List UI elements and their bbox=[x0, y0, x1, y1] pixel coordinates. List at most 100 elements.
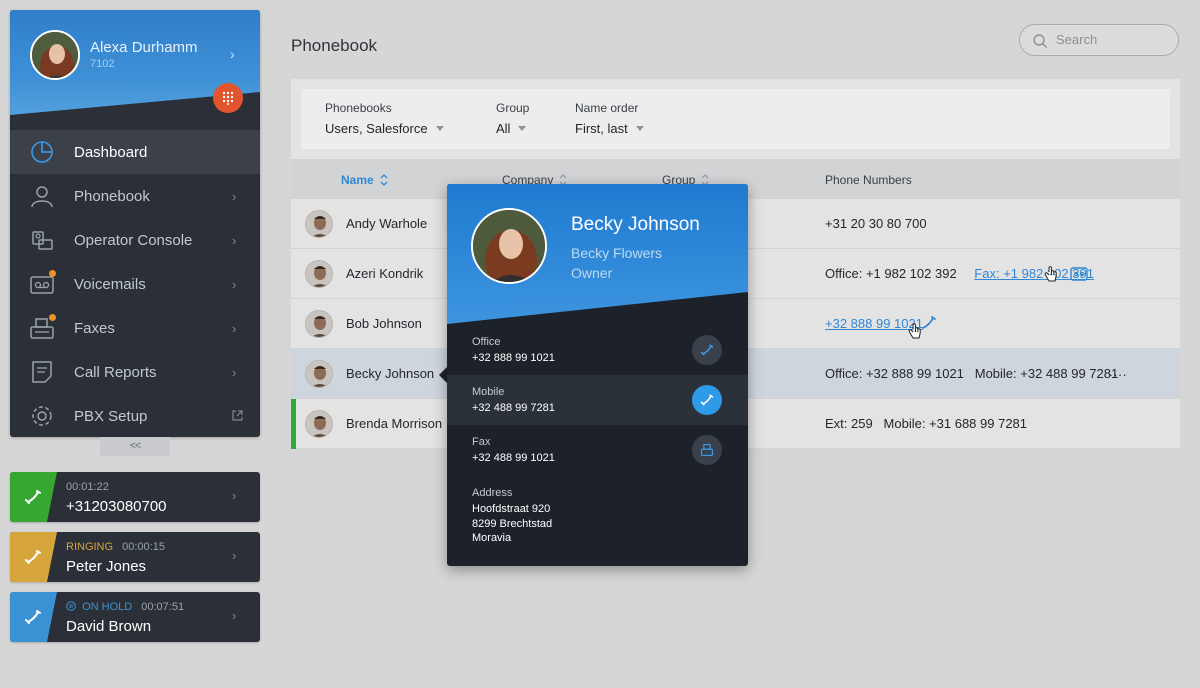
chevron-down-icon bbox=[435, 126, 444, 131]
contact-avatar bbox=[305, 360, 333, 388]
chevron-right-icon: › bbox=[232, 232, 237, 248]
call-mobile-button[interactable] bbox=[692, 385, 722, 415]
phone-icon bbox=[700, 394, 714, 406]
contact-avatar bbox=[305, 260, 333, 288]
sidebar-item-call-reports[interactable]: Call Reports › bbox=[10, 350, 260, 394]
office-number: Office: +1 982 102 392 bbox=[825, 266, 957, 281]
external-link-icon bbox=[232, 410, 243, 421]
chevron-right-icon[interactable]: › bbox=[230, 46, 235, 62]
chevron-right-icon: › bbox=[232, 488, 237, 503]
column-header-name[interactable]: Name bbox=[341, 173, 388, 187]
fax-icon bbox=[700, 443, 714, 457]
contact-name: Bob Johnson bbox=[346, 316, 422, 331]
dialpad-button[interactable] bbox=[213, 83, 243, 113]
chevron-right-icon: › bbox=[232, 276, 237, 292]
contact-office-number[interactable]: Office +32 888 99 1021 bbox=[447, 325, 748, 375]
call-status-label: ON HOLD bbox=[82, 601, 133, 613]
pause-icon bbox=[66, 601, 76, 611]
contact-name: Becky Johnson bbox=[571, 214, 700, 235]
filter-label: Phonebooks bbox=[325, 101, 392, 115]
contact-address: Address Hoofdstraat 920 8299 Brechtstad … bbox=[472, 487, 553, 544]
sidebar-item-label: Dashboard bbox=[74, 143, 148, 161]
phone-numbers: Ext: 259 Mobile: +31 688 99 7281 bbox=[825, 416, 1028, 431]
sidebar-item-label: Operator Console bbox=[74, 231, 193, 249]
cursor-hand-icon bbox=[908, 323, 921, 339]
contact-role: Owner bbox=[571, 265, 613, 281]
report-icon bbox=[32, 361, 52, 383]
call-contact-name: Peter Jones bbox=[66, 558, 147, 575]
user-avatar bbox=[30, 30, 80, 80]
phonebooks-filter[interactable]: Phonebooks Users, Salesforce bbox=[325, 101, 444, 136]
contact-avatar bbox=[305, 410, 333, 438]
on-hold-call-card[interactable]: ON HOLD 00:07:51 David Brown › bbox=[10, 592, 260, 642]
sidebar-item-voicemails[interactable]: Voicemails › bbox=[10, 262, 260, 306]
phone-numbers: +31 20 30 80 700 bbox=[825, 216, 927, 231]
name-order-filter[interactable]: Name order First, last bbox=[575, 101, 644, 136]
sidebar-item-label: Voicemails bbox=[74, 275, 146, 293]
sidebar-item-faxes[interactable]: Faxes › bbox=[10, 306, 260, 350]
call-timer: 00:01:22 bbox=[66, 481, 109, 493]
page-title: Phonebook bbox=[291, 36, 378, 55]
contact-mobile-number[interactable]: Mobile +32 488 99 7281 bbox=[447, 375, 748, 425]
active-status-marker bbox=[291, 399, 296, 449]
sidebar-collapse-button[interactable]: << bbox=[100, 437, 170, 456]
chevron-down-icon bbox=[518, 126, 527, 131]
sort-icon bbox=[380, 174, 388, 186]
cursor-hand-icon bbox=[1044, 266, 1057, 282]
operator-console-icon bbox=[32, 231, 53, 250]
user-name: Alexa Durhamm bbox=[90, 39, 198, 56]
send-fax-button[interactable] bbox=[692, 435, 722, 465]
search-icon bbox=[1033, 34, 1047, 48]
dashboard-icon bbox=[31, 141, 53, 163]
phone-icon bbox=[700, 344, 714, 356]
chevron-right-icon: › bbox=[232, 188, 237, 204]
fax-icon[interactable] bbox=[1070, 265, 1088, 283]
contact-name: Brenda Morrison bbox=[346, 416, 443, 431]
call-timer: 00:00:15 bbox=[122, 541, 165, 553]
phone-icon bbox=[25, 490, 41, 504]
call-timer: 00:07:51 bbox=[141, 601, 185, 613]
search-input[interactable] bbox=[1056, 32, 1166, 47]
contact-fax-number[interactable]: Fax +32 488 99 1021 bbox=[447, 425, 748, 475]
contacts-icon bbox=[31, 186, 53, 208]
contact-company: Becky Flowers bbox=[571, 245, 663, 261]
chevron-right-icon: › bbox=[232, 320, 237, 336]
user-extension: 7102 bbox=[90, 58, 115, 70]
filter-label: Name order bbox=[575, 101, 639, 115]
more-numbers-button[interactable]: .... bbox=[1109, 364, 1127, 379]
contact-avatar bbox=[471, 208, 547, 284]
filter-label: Group bbox=[496, 101, 530, 115]
filter-value: First, last bbox=[575, 121, 628, 136]
contact-avatar bbox=[305, 310, 333, 338]
sidebar-item-operator-console[interactable]: Operator Console › bbox=[10, 218, 260, 262]
phone-numbers: Office: +32 888 99 1021 Mobile: +32 488 … bbox=[825, 366, 1119, 381]
chevron-down-icon bbox=[635, 126, 644, 131]
sidebar: Alexa Durhamm 7102 › Dashboard Phonebook… bbox=[10, 10, 260, 437]
ringing-call-card[interactable]: RINGING 00:00:15 Peter Jones › bbox=[10, 532, 260, 582]
user-profile-header[interactable]: Alexa Durhamm 7102 › bbox=[10, 10, 260, 128]
filter-value: Users, Salesforce bbox=[325, 121, 428, 136]
sidebar-item-label: Faxes bbox=[74, 319, 115, 337]
call-number: +31203080700 bbox=[66, 498, 167, 515]
search-box[interactable] bbox=[1019, 24, 1179, 56]
dialpad-icon bbox=[222, 91, 234, 105]
chevron-right-icon: › bbox=[232, 548, 237, 563]
contact-name: Becky Johnson bbox=[346, 366, 435, 381]
call-contact-name: David Brown bbox=[66, 618, 152, 635]
sidebar-item-dashboard[interactable]: Dashboard bbox=[10, 130, 260, 174]
call-office-button[interactable] bbox=[692, 335, 722, 365]
contact-name: Azeri Kondrik bbox=[346, 266, 424, 281]
filter-value: All bbox=[496, 121, 511, 136]
sidebar-item-label: PBX Setup bbox=[74, 407, 148, 425]
call-status-label: RINGING bbox=[66, 541, 114, 553]
contact-card-popup: Becky Johnson Becky Flowers Owner Office… bbox=[447, 184, 748, 566]
sidebar-item-label: Phonebook bbox=[74, 187, 150, 205]
active-call-card[interactable]: 00:01:22 +31203080700 › bbox=[10, 472, 260, 522]
sidebar-item-phonebook[interactable]: Phonebook › bbox=[10, 174, 260, 218]
phone-icon bbox=[25, 550, 41, 564]
phone-icon bbox=[25, 610, 41, 624]
group-filter[interactable]: Group All bbox=[496, 101, 529, 136]
contact-name: Andy Warhole bbox=[346, 216, 428, 231]
chevron-right-icon: › bbox=[232, 608, 237, 623]
sidebar-item-pbx-setup[interactable]: PBX Setup bbox=[10, 394, 260, 437]
